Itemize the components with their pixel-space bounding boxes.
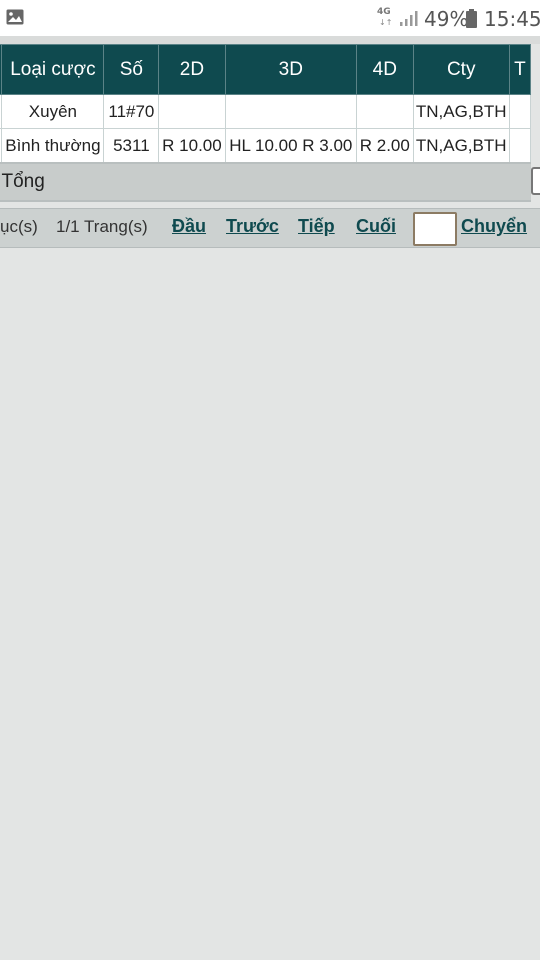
next-page-link[interactable]: Tiếp [298,216,335,237]
gallery-notification-icon [6,9,24,29]
prev-page-link[interactable]: Trước [226,216,279,237]
total-input[interactable] [531,167,540,195]
table-cell [356,94,414,129]
bets-table: Loại cược Số 2D 3D 4D Cty T Xuyên 11#70 … [0,44,532,202]
go-to-page-link[interactable]: Chuyển [461,216,527,237]
column-header-loai-cuoc[interactable]: Loại cược [1,44,105,95]
column-header-2d[interactable]: 2D [158,44,226,95]
table-cell: HL 10.00 R 3.00 [224,128,358,164]
page-count-text: 1/1 Trang(s) [56,217,148,236]
table-cell [158,94,226,129]
network-type: 4G [377,7,391,17]
table-cell: 5311 [103,128,160,164]
total-label: Tổng [0,162,531,202]
table-cell: R 2.00 [356,128,414,164]
total-row: Tổng [0,162,531,202]
column-header-4d[interactable]: 4D [356,44,414,95]
table-row[interactable]: Bình thường 5311 R 10.00 HL 10.00 R 3.00… [0,128,532,164]
signal-strength-icon [399,10,419,30]
table-cell [508,94,532,129]
table-row[interactable]: Xuyên 11#70 TN,AG,BTH [0,94,532,129]
first-page-link[interactable]: Đầu [172,216,206,237]
status-bar: 4G ↓↑ 49% 15:45 [0,0,540,36]
table-cell [224,94,358,129]
clock: 15:45 [484,7,540,31]
table-header-row: Loại cược Số 2D 3D 4D Cty T [0,44,532,95]
table-cell: 11#70 [103,94,160,129]
table-cell [508,128,532,164]
table-cell: TN,AG,BTH [412,94,510,129]
battery-percent: 49% [424,7,469,31]
last-page-link[interactable]: Cuối [356,216,396,237]
column-header-cty[interactable]: Cty [412,44,510,95]
table-cell: TN,AG,BTH [412,128,510,164]
pagination-bar: ục(s) 1/1 Trang(s) Đầu Trước Tiếp Cuối C… [0,208,540,248]
data-arrows-icon: ↓↑ [379,18,393,27]
column-header-3d[interactable]: 3D [224,44,358,95]
page-number-input[interactable] [413,212,457,246]
header-gap [0,36,540,44]
table-cell: R 10.00 [158,128,226,164]
table-cell: Bình thường [1,128,105,164]
records-count-text: ục(s) [0,217,38,236]
column-header-t[interactable]: T [508,44,532,95]
table-cell: Xuyên [1,94,105,129]
column-header-so[interactable]: Số [103,44,160,95]
battery-icon [466,9,477,32]
